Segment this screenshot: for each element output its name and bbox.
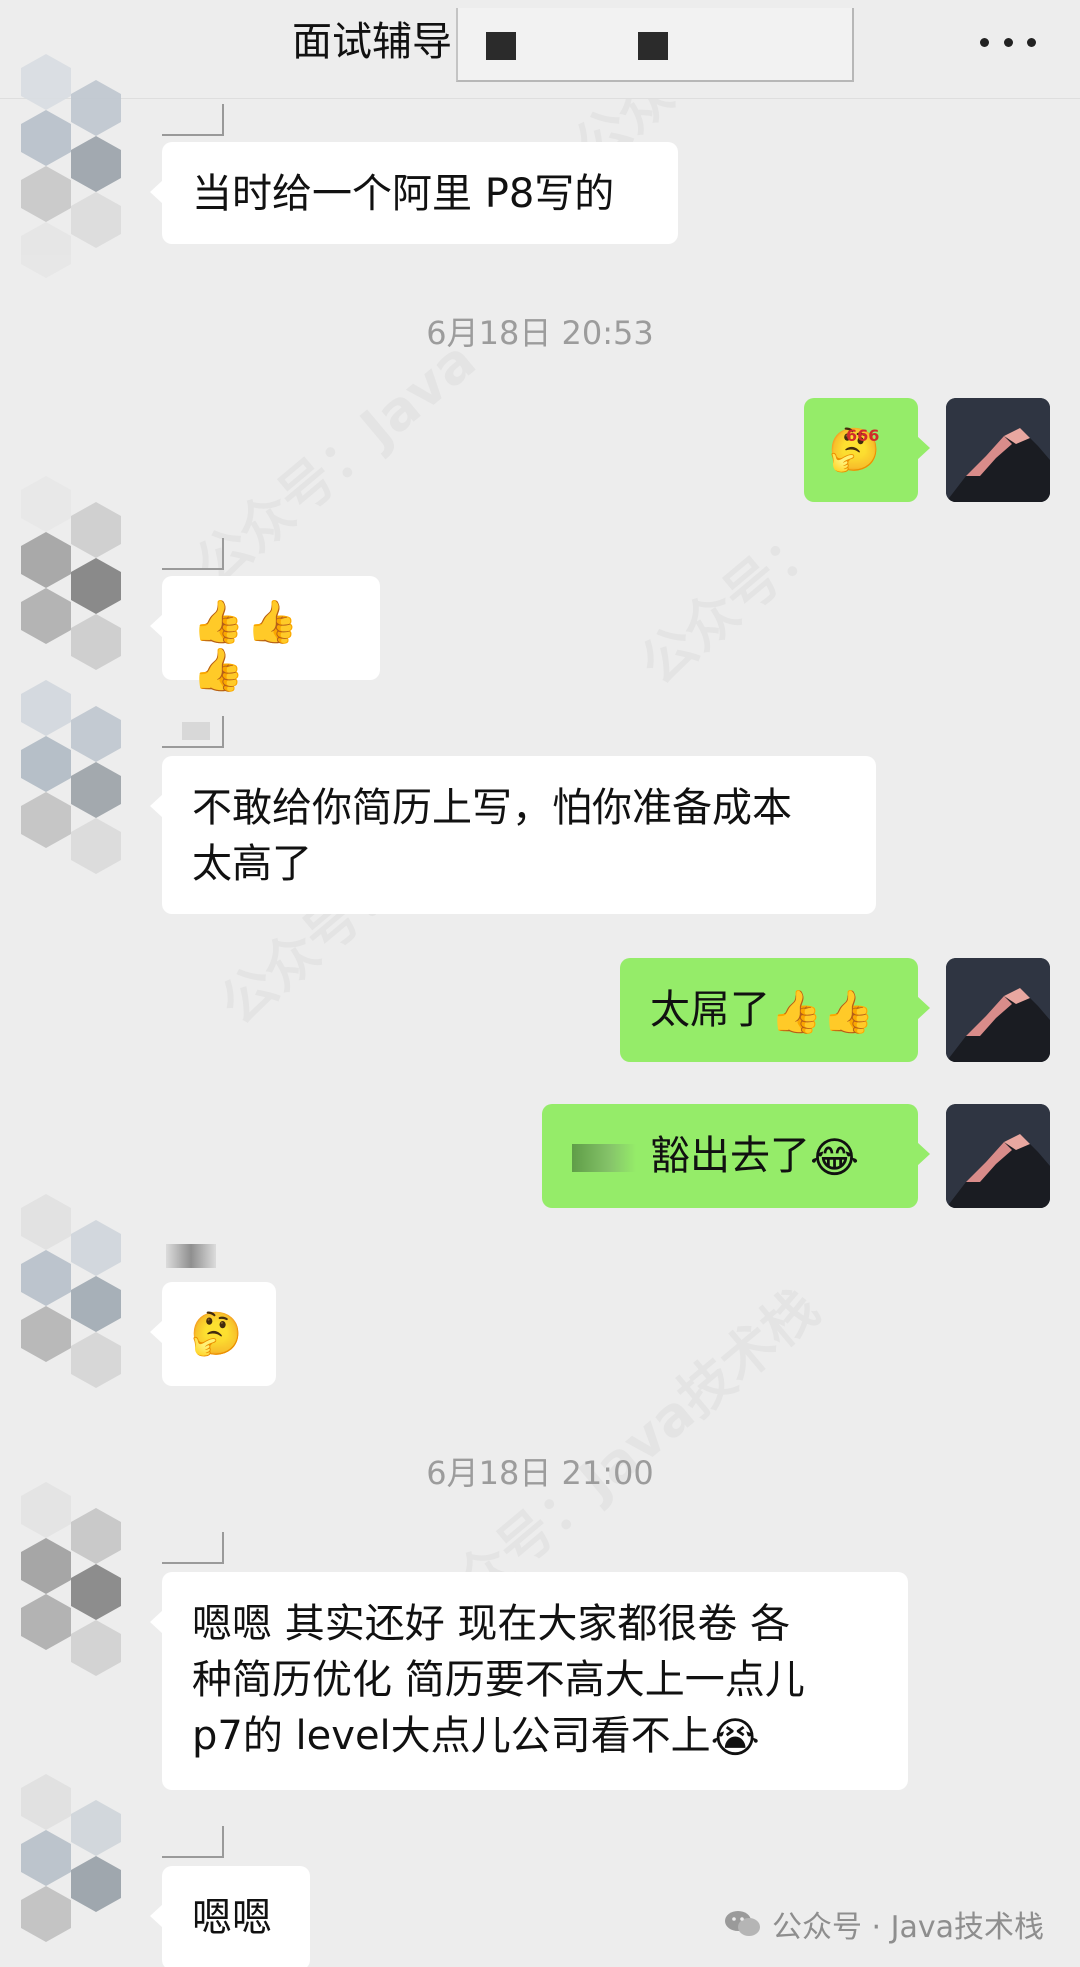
footer-watermark-text: 公众号 · Java技术栈	[772, 1910, 1044, 1945]
avatar-self[interactable]	[946, 958, 1050, 1062]
thumbs-up-emoji-icon: 👍👍👍	[192, 597, 301, 694]
sender-nickname	[162, 1826, 224, 1858]
message-text: 豁出去了	[650, 1133, 810, 1179]
message-text: 太屌了	[650, 987, 770, 1033]
avatar-other[interactable]	[16, 1482, 138, 1708]
message-text-line: 嗯嗯 其实还好 现在大家都很卷 各	[192, 1601, 791, 1647]
more-dots-icon[interactable]	[980, 26, 1036, 58]
thinking-666-emoji-icon: 🤔 666	[828, 426, 880, 474]
message-text-line: 种简历优化 简历要不高大上一点儿	[192, 1657, 805, 1703]
avatar-other[interactable]	[16, 680, 138, 906]
avatar-other[interactable]	[16, 1774, 138, 1967]
message-bubble-other[interactable]: 不敢给你简历上写，怕你准备成本 太高了	[150, 756, 876, 914]
footer-watermark: 公众号 · Java技术栈	[724, 1902, 1044, 1946]
avatar-other[interactable]	[16, 54, 138, 280]
wechat-icon	[724, 1909, 762, 1939]
sender-nickname	[162, 538, 224, 570]
message-text: 当时给一个阿里 P8写的	[192, 171, 615, 217]
background-watermark: 公众号：	[620, 500, 836, 699]
chat-title: 面试辅导	[292, 19, 452, 65]
sender-nickname	[162, 716, 224, 748]
message-bubble-self[interactable]: 🤔 666	[804, 398, 930, 502]
redacted-block	[572, 1144, 636, 1172]
message-text: 嗯嗯	[192, 1895, 272, 1941]
avatar-self[interactable]	[946, 1104, 1050, 1208]
message-bubble-other[interactable]: 当时给一个阿里 P8写的	[150, 142, 678, 244]
sender-nickname	[162, 104, 224, 136]
sender-nickname	[166, 1244, 216, 1268]
message-bubble-other[interactable]: 嗯嗯	[150, 1866, 310, 1967]
message-text-line: p7的 level大点儿公司看不上	[192, 1713, 711, 1759]
emoji-badge: 666	[846, 426, 880, 445]
redaction-block	[638, 32, 668, 60]
avatar-self[interactable]	[946, 398, 1050, 502]
message-bubble-other[interactable]: 嗯嗯 其实还好 现在大家都很卷 各 种简历优化 简历要不高大上一点儿 p7的 l…	[150, 1572, 908, 1790]
message-bubble-other[interactable]: 👍👍👍	[150, 576, 380, 694]
laughing-tears-emoji-icon: 😂	[810, 1133, 860, 1182]
timestamp: 6月18日 21:00	[426, 1454, 654, 1492]
chat-header: 面试辅导	[0, 0, 1080, 99]
avatar-other[interactable]	[16, 476, 138, 702]
avatar-other[interactable]	[16, 1194, 138, 1420]
message-bubble-self[interactable]: 太屌了👍👍	[620, 958, 930, 1062]
redaction-mask	[456, 8, 854, 82]
message-bubble-other[interactable]: 🤔	[150, 1282, 276, 1386]
chat-screen: 公众号 公众号：Java 公众号： 公众号： 公众号：Java技术栈 面试辅导	[0, 0, 1080, 1967]
timestamp: 6月18日 20:53	[426, 314, 654, 352]
thumbs-up-emoji-icon: 👍👍	[770, 987, 875, 1036]
message-text-line: 不敢给你简历上写，怕你准备成本	[192, 785, 792, 831]
sender-nickname	[162, 1532, 224, 1564]
message-text-line: 太高了	[192, 841, 312, 887]
crying-emoji-icon: 😭	[710, 1713, 760, 1762]
thinking-emoji-icon: 🤔	[190, 1309, 243, 1358]
redaction-block	[486, 32, 516, 60]
message-bubble-self[interactable]: 豁出去了😂	[542, 1104, 930, 1208]
